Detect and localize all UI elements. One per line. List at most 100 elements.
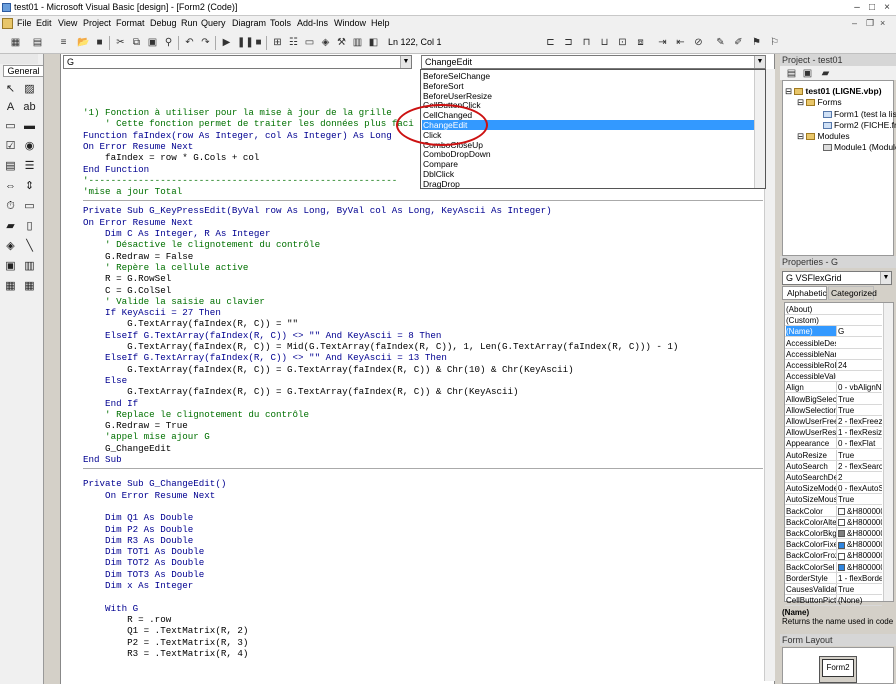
chevron-down-icon[interactable]: ▼ (400, 56, 411, 68)
view-code-icon[interactable]: ▤ (786, 68, 797, 79)
code-line[interactable]: faIndex = row * G.Cols + col (83, 152, 259, 164)
property-row[interactable]: BorderStyle 1 - flexBorde (785, 572, 882, 584)
view-object-icon[interactable]: ▣ (802, 68, 813, 79)
property-row[interactable]: (Custom) (785, 315, 882, 327)
tree-module1[interactable]: Module1 (Module (823, 142, 896, 153)
code-line[interactable]: If KeyAscii = 27 Then (83, 307, 221, 319)
code-line[interactable]: On Error Resume Next (83, 490, 215, 502)
hscroll-tool-icon[interactable]: ⇔ (4, 180, 17, 193)
align-left-icon[interactable]: ⊏ (545, 37, 556, 48)
property-row[interactable]: AllowBigSelect True (785, 393, 882, 405)
ole-tool-icon[interactable]: ▦ (4, 280, 17, 293)
data-view-icon[interactable]: ▥ (352, 37, 363, 48)
code-line[interactable]: Dim P2 As Double (83, 524, 193, 536)
code-line[interactable]: C = G.ColSel (83, 285, 171, 297)
property-row[interactable]: AllowSelection True (785, 404, 882, 416)
dropdown-item[interactable]: ComboDropDown (423, 149, 491, 159)
dropdown-item[interactable]: DragDrop (423, 179, 460, 189)
property-value[interactable]: &H800000 (836, 505, 882, 516)
property-row[interactable]: AutoSizeMous True (785, 494, 882, 506)
code-line[interactable]: ' Cette fonction permet de traiter les d… (83, 118, 414, 130)
menu-editor-icon[interactable]: ≡ (58, 37, 69, 48)
code-line[interactable]: Else (83, 375, 127, 387)
tree-modules-folder[interactable]: ⊟ Modules (797, 131, 850, 142)
code-line[interactable]: On Error Resume Next (83, 217, 193, 229)
code-line[interactable]: G.Redraw = False (83, 251, 193, 263)
flexgrid-tool-icon[interactable]: ▦ (23, 280, 36, 293)
property-row[interactable]: AutoSearchDe 2 (785, 472, 882, 483)
property-value[interactable]: True (836, 404, 882, 415)
shape-tool-icon[interactable]: ◈ (4, 240, 17, 253)
code-line[interactable]: Dim C As Integer, R As Integer (83, 228, 270, 240)
add-project-icon[interactable]: ▦ (10, 37, 21, 48)
code-line[interactable]: Dim R3 As Double (83, 535, 193, 547)
code-line[interactable]: End Function (83, 164, 149, 176)
property-value[interactable]: 24 (836, 360, 882, 370)
chevron-down-icon[interactable]: ▼ (754, 56, 765, 68)
code-line[interactable]: R = .row (83, 614, 171, 626)
menu-format[interactable]: Format (116, 18, 145, 28)
property-row[interactable]: (About) (785, 304, 882, 315)
dropdown-item[interactable]: BeforeSelChange (423, 71, 490, 81)
property-value[interactable]: True (836, 393, 882, 404)
property-row[interactable]: BackColorBkg &H800000 (785, 528, 882, 539)
code-line[interactable]: G.TextArray(faIndex(R, C)) = Mid(G.TextA… (83, 341, 678, 353)
code-line[interactable]: G.TextArray(faIndex(R, C)) = G.TextArray… (83, 386, 518, 398)
code-line[interactable]: G.TextArray(faIndex(R, C)) = G.TextArray… (83, 364, 574, 376)
tree-form2[interactable]: Form2 (FICHE.frm (823, 120, 896, 131)
code-line[interactable]: Dim Q1 As Double (83, 512, 193, 524)
mdi-minimize-icon[interactable]: – (852, 18, 857, 28)
menu-query[interactable]: Query (201, 18, 226, 28)
code-line[interactable]: With G (83, 603, 138, 615)
property-row[interactable]: BackColorFixe &H800000 (785, 539, 882, 551)
property-row[interactable]: CellButtonPict (None) (785, 595, 882, 607)
dropdown-scrollbar[interactable] (754, 70, 765, 188)
property-value[interactable]: &H800000 (836, 561, 882, 572)
filelist-tool-icon[interactable]: ▯ (23, 220, 36, 233)
property-row[interactable]: AutoResize True (785, 449, 882, 461)
menu-help[interactable]: Help (371, 18, 390, 28)
property-row[interactable]: BackColorAlter &H800000 (785, 516, 882, 528)
frame-tool-icon[interactable]: ▭ (4, 120, 17, 133)
property-value[interactable]: 0 - vbAlignNo (836, 382, 882, 393)
property-row[interactable]: AutoSearch 2 - flexSearch (785, 460, 882, 472)
properties-window-icon[interactable]: ☷ (288, 37, 299, 48)
toolbox-icon[interactable]: ⚒ (336, 37, 347, 48)
property-row[interactable]: (Name) G (785, 326, 882, 338)
align-icon[interactable]: ⊓ (581, 37, 592, 48)
maximize-icon[interactable]: □ (865, 2, 879, 14)
code-line[interactable]: Function faIndex(row As Integer, col As … (83, 130, 392, 142)
procedure-combo[interactable]: ChangeEdit ▼ (421, 55, 766, 69)
checkbox-tool-icon[interactable]: ☑ (4, 140, 17, 153)
property-row[interactable]: Appearance 0 - flexFlat (785, 438, 882, 450)
code-line[interactable]: ' Valide la saisie au clavier (83, 296, 265, 308)
code-line[interactable]: ' Repère la cellule active (83, 262, 248, 274)
drivelist-tool-icon[interactable]: ▭ (23, 200, 36, 213)
code-line[interactable]: End If (83, 398, 138, 410)
code-line[interactable]: Dim x As Integer (83, 580, 193, 592)
dropdown-item[interactable]: BeforeUserResize (423, 91, 492, 101)
property-row[interactable]: AccessibleRole 24 (785, 360, 882, 371)
menu-view[interactable]: View (58, 18, 77, 28)
object-browser-icon[interactable]: ◈ (320, 37, 331, 48)
property-value[interactable]: 0 - flexFlat (836, 438, 882, 449)
property-row[interactable]: AccessibleNam (785, 349, 882, 360)
center-icon[interactable]: ⊡ (617, 37, 628, 48)
combobox-tool-icon[interactable]: ▤ (4, 160, 17, 173)
property-row[interactable]: Align 0 - vbAlignNo (785, 382, 882, 394)
toolbox-general-tab[interactable]: General (3, 65, 44, 77)
menu-add-ins[interactable]: Add-Ins (297, 18, 328, 28)
object-combo[interactable]: G ▼ (63, 55, 412, 69)
mdi-close-icon[interactable]: × (880, 18, 885, 28)
menu-run[interactable]: Run (181, 18, 198, 28)
close-icon[interactable]: × (880, 2, 894, 14)
property-value[interactable]: &H800000 (836, 550, 882, 561)
redo-icon[interactable]: ↷ (200, 37, 211, 48)
code-line[interactable]: Private Sub G_ChangeEdit() (83, 478, 226, 490)
data-tool-icon[interactable]: ▥ (23, 260, 36, 273)
indent-icon[interactable]: ⇥ (657, 37, 668, 48)
chevron-down-icon[interactable]: ▼ (880, 272, 891, 284)
code-line[interactable]: On Error Resume Next (83, 141, 193, 153)
property-value[interactable]: (None) (836, 595, 882, 606)
code-line[interactable]: ElseIf G.TextArray(faIndex(R, C)) <> "" … (83, 352, 447, 364)
